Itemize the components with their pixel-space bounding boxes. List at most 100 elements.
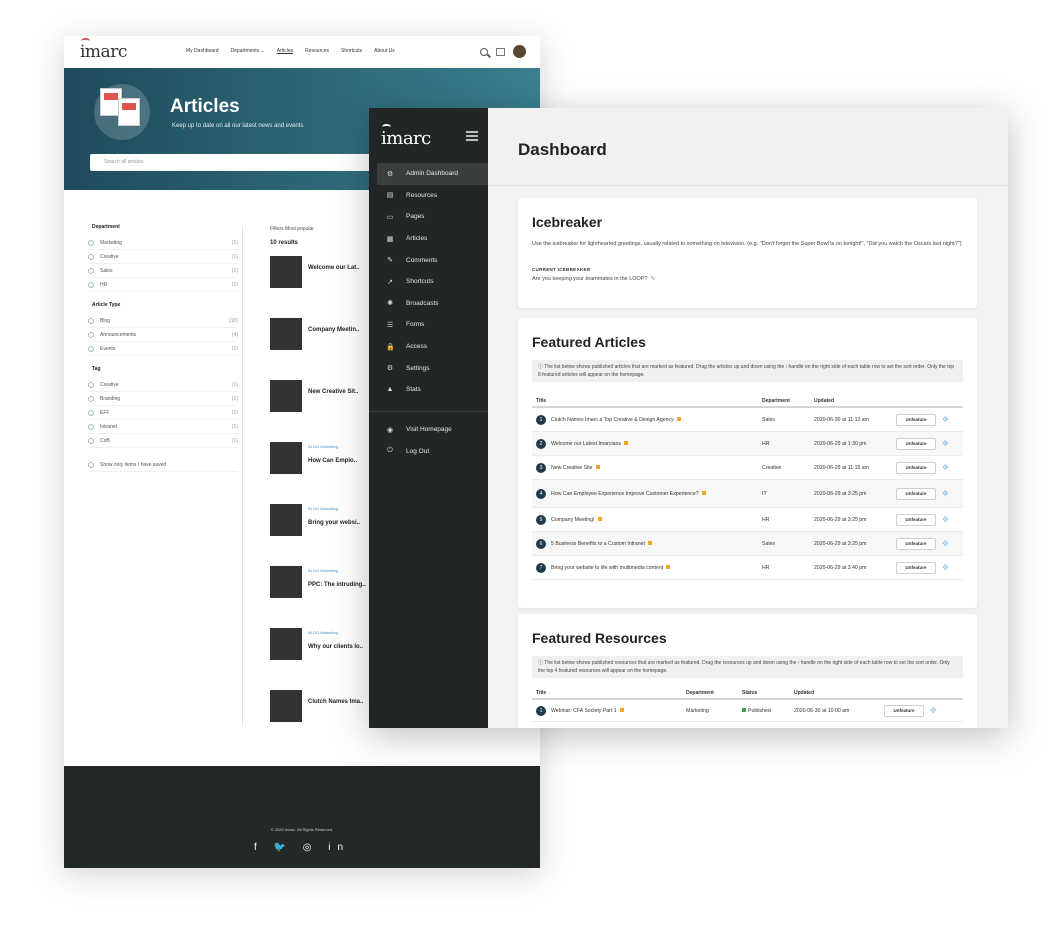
radio-icon[interactable] (88, 461, 94, 468)
drag-handle-icon[interactable]: ✥ (942, 539, 949, 548)
radio-icon[interactable] (88, 267, 94, 274)
table-row[interactable]: 4 How Can Employee Experience Improve Cu… (532, 480, 963, 508)
drag-handle-icon[interactable]: ✥ (942, 515, 949, 524)
radio-icon[interactable] (88, 281, 94, 288)
nav-item-resources[interactable]: Resources (305, 48, 329, 54)
drag-handle-icon[interactable]: ✥ (942, 489, 949, 498)
nav-item-about-us[interactable]: About Us (374, 48, 395, 54)
sidebar-item-pages[interactable]: ▭ Pages (377, 206, 488, 228)
search-icon[interactable] (480, 47, 488, 56)
edit-icon[interactable]: ✎ (651, 276, 656, 282)
table-row[interactable]: 1 Webinar: CFA Society Part 1 Marketing … (532, 700, 963, 722)
sidebar-item-resources[interactable]: ▤ Resources (377, 185, 488, 207)
sidebar-item-forms[interactable]: ☰ Forms (377, 314, 488, 336)
filter-option[interactable]: Branding (1) (88, 392, 238, 406)
sidebar-item-settings[interactable]: ⚙ Settings (377, 357, 488, 379)
results-sort[interactable]: Filters Most popular (270, 226, 370, 232)
hamburger-menu-icon[interactable] (466, 131, 478, 143)
unfeature-button[interactable]: Unfeature (884, 704, 924, 717)
filter-option[interactable]: Intranet (1) (88, 420, 238, 434)
radio-icon[interactable] (88, 423, 94, 430)
show-saved-toggle[interactable]: Show only items I have saved (88, 458, 238, 472)
article-thumbnail[interactable] (270, 318, 302, 350)
unfeature-button[interactable]: Unfeature (896, 437, 936, 450)
sidebar-item-shortcuts[interactable]: ↗ Shortcuts (377, 271, 488, 293)
unfeature-button[interactable]: Unfeature (896, 413, 936, 426)
radio-icon[interactable] (88, 253, 94, 260)
radio-icon[interactable] (88, 409, 94, 416)
unfeature-button[interactable]: Unfeature (896, 513, 936, 526)
imarc-logo[interactable]: imarc (80, 38, 127, 62)
nav-item-shortcuts[interactable]: Shortcuts (341, 48, 362, 54)
unfeature-button[interactable]: Unfeature (896, 487, 936, 500)
table-row[interactable]: 2 Welcome our Latest Imarcians HR 2020-0… (532, 432, 963, 456)
table-row[interactable]: 6 5 Business Benefits to a Custom Intran… (532, 532, 963, 556)
filter-heading[interactable]: Department (88, 224, 238, 230)
filter-option[interactable]: Events (1) (88, 342, 238, 356)
filter-option[interactable]: EFF (1) (88, 406, 238, 420)
sidebar-item-access[interactable]: 🔒 Access (377, 336, 488, 358)
filter-option[interactable]: Blog (10) (88, 314, 238, 328)
filter-option[interactable]: Sales (1) (88, 264, 238, 278)
unfeature-button[interactable]: Unfeature (896, 461, 936, 474)
article-thumbnail[interactable] (270, 566, 302, 598)
table-row[interactable]: 5 Company Meeting! HR 2020-06-29 at 3:25… (532, 508, 963, 532)
article-result[interactable]: BLOG Marketing Bring your websi.. (270, 504, 370, 566)
article-thumbnail[interactable] (270, 256, 302, 288)
nav-item-articles[interactable]: Articles (277, 48, 293, 54)
article-result[interactable]: BLOG Marketing PPC: The intruding.. (270, 566, 370, 628)
drag-handle-icon[interactable]: ✥ (942, 415, 949, 424)
article-result[interactable]: Welcome our Lat.. (270, 256, 370, 318)
radio-icon[interactable] (88, 331, 94, 338)
sidebar-item-visit-homepage[interactable]: ◉ Visit Homepage (377, 419, 488, 441)
sidebar-item-log-out[interactable]: ⏻ Log Out (377, 441, 488, 463)
article-thumbnail[interactable] (270, 380, 302, 412)
imarc-logo[interactable]: imarc (381, 124, 431, 149)
featured-resources-table: Title Department Status Updated 1 Webina… (532, 690, 963, 722)
grid-icon[interactable] (496, 47, 505, 56)
article-thumbnail[interactable] (270, 628, 302, 660)
article-result[interactable]: BLOG Marketing Why our clients lo.. (270, 628, 370, 690)
filter-option[interactable]: Marketing (1) (88, 236, 238, 250)
drag-handle-icon[interactable]: ✥ (942, 463, 949, 472)
article-thumbnail[interactable] (270, 690, 302, 722)
sidebar-item-admin-dashboard[interactable]: ⚙ Admin Dashboard (377, 163, 488, 185)
filter-heading[interactable]: Tag (88, 366, 238, 372)
nav-item-my-dashboard[interactable]: My Dashboard (186, 48, 219, 54)
filter-option[interactable]: CoB (1) (88, 434, 238, 448)
sidebar-item-articles[interactable]: ▦ Articles (377, 228, 488, 250)
sidebar-item-broadcasts[interactable]: ✺ Broadcasts (377, 293, 488, 315)
table-row[interactable]: 1 Clutch Names Imarc a Top Creative & De… (532, 408, 963, 432)
radio-icon[interactable] (88, 437, 94, 444)
filter-option[interactable]: Announcements (4) (88, 328, 238, 342)
radio-icon[interactable] (88, 317, 94, 324)
drag-handle-icon[interactable]: ✥ (942, 439, 949, 448)
article-result[interactable]: Company Meetin.. (270, 318, 370, 380)
unfeature-button[interactable]: Unfeature (896, 561, 936, 574)
filter-option[interactable]: Creative (1) (88, 250, 238, 264)
article-search-input[interactable]: Search all articles (90, 154, 410, 171)
sidebar-item-comments[interactable]: ✎ Comments (377, 249, 488, 271)
radio-icon[interactable] (88, 381, 94, 388)
filter-option[interactable]: HR (1) (88, 278, 238, 292)
user-avatar[interactable] (513, 45, 526, 58)
nav-item-departments[interactable]: Departments ⌄ (231, 48, 265, 54)
top-navigation: imarc My Dashboard Departments ⌄ Article… (64, 36, 540, 68)
filter-heading[interactable]: Article Type (88, 302, 238, 308)
article-result[interactable]: Clutch Names Ima.. (270, 690, 370, 752)
radio-icon[interactable] (88, 239, 94, 246)
table-row[interactable]: 7 Bring your website to life with multim… (532, 556, 963, 580)
article-thumbnail[interactable] (270, 504, 302, 536)
article-thumbnail[interactable] (270, 442, 302, 474)
filter-option[interactable]: Creative (1) (88, 378, 238, 392)
article-result[interactable]: New Creative Sit.. (270, 380, 370, 442)
article-result[interactable]: BLOG Marketing How Can Emplo.. (270, 442, 370, 504)
social-icons[interactable]: f 🐦 ◎ in (64, 842, 540, 853)
unfeature-button[interactable]: Unfeature (896, 537, 936, 550)
radio-icon[interactable] (88, 345, 94, 352)
radio-icon[interactable] (88, 395, 94, 402)
drag-handle-icon[interactable]: ✥ (942, 563, 949, 572)
drag-handle-icon[interactable]: ✥ (930, 706, 937, 715)
sidebar-item-stats[interactable]: ▲ Stats (377, 379, 488, 401)
table-row[interactable]: 3 New Creative Site Creative 2020-06-29 … (532, 456, 963, 480)
